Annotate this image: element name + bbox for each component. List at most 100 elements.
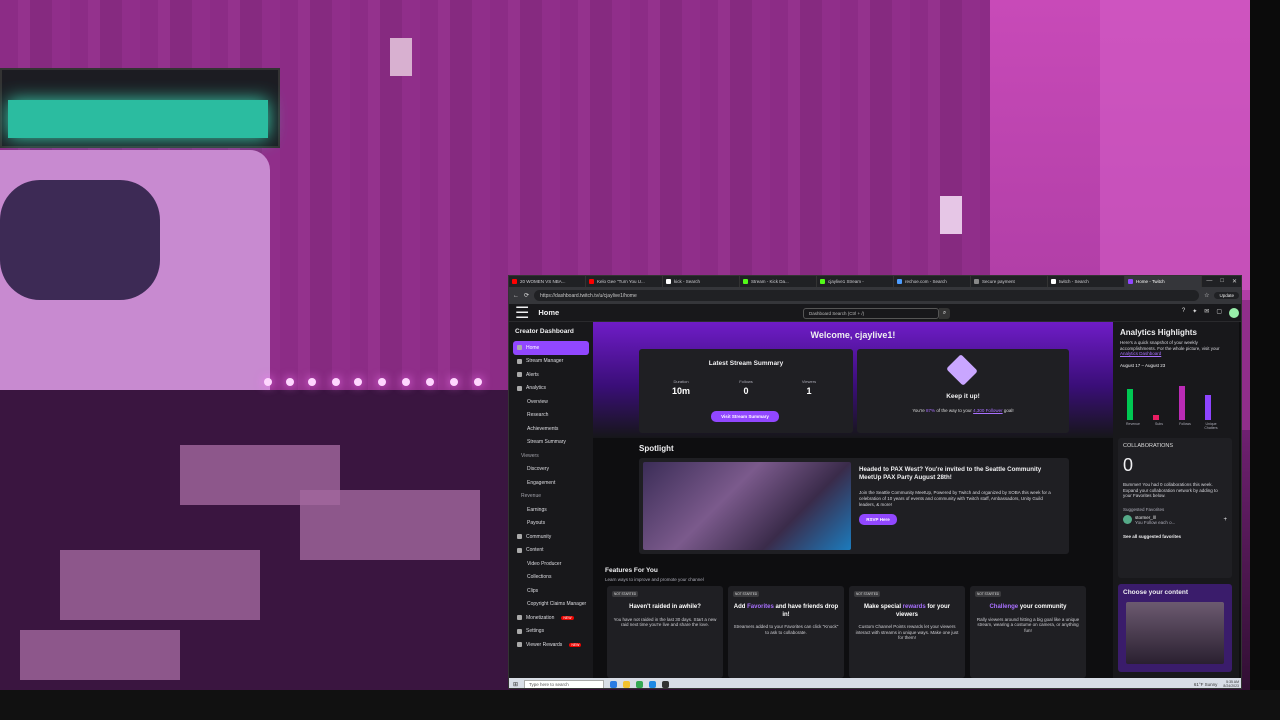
edge-icon[interactable] [610, 680, 618, 688]
feature-card-raid[interactable]: NOT STARTED Haven't raided in awhile? Yo… [607, 586, 723, 678]
close-button[interactable]: ✕ [1232, 278, 1237, 285]
sidebar-item[interactable]: Achievements [513, 422, 589, 436]
analytics-bar [1179, 385, 1185, 420]
analytics-dashboard-link[interactable]: Analytics Dashboard [1120, 351, 1161, 356]
address-bar-row: ← ⟳ https://dashboard.twitch.tv/u/cjayli… [509, 287, 1241, 304]
feature-desc: Streamers added to your Favorites can cl… [733, 624, 839, 635]
feature-card-favorites[interactable]: NOT STARTED Add Favorites and have frien… [728, 586, 844, 678]
inbox-icon[interactable]: ▢ [1216, 308, 1222, 318]
menu-icon[interactable]: ☰ [515, 303, 529, 323]
clock[interactable]: 5:35 AM 8/24/2023 [1223, 680, 1239, 688]
feature-title: Challenge your community [989, 604, 1067, 610]
star-icon[interactable]: ☆ [1204, 292, 1209, 299]
update-button[interactable]: Update [1214, 292, 1239, 299]
wand-icon[interactable]: ✦ [1192, 308, 1197, 318]
help-icon[interactable]: ? [1182, 308, 1185, 318]
sidebar-item-label: Copyright Claims Manager [527, 601, 587, 608]
browser-tab[interactable]: twitch - Search [1048, 276, 1125, 287]
sidebar-item[interactable]: Viewer Rewards NEW [513, 638, 589, 652]
taskbar-search[interactable]: Type here to search [524, 679, 605, 688]
visit-stream-summary-button[interactable]: Visit Stream Summary [711, 411, 779, 422]
feature-card-challenge[interactable]: NOT STARTED Challenge your community Ral… [970, 586, 1086, 678]
tab-favicon-icon [589, 279, 594, 284]
url-text: https://dashboard.twitch.tv/u/cjaylive1/… [540, 292, 637, 299]
url-field[interactable]: https://dashboard.twitch.tv/u/cjaylive1/… [534, 290, 1200, 301]
add-icon[interactable]: + [1223, 517, 1227, 523]
choose-title: Choose your content [1123, 589, 1189, 596]
sidebar-item[interactable]: Research [513, 409, 589, 423]
sidebar-item[interactable]: Stream Manager [513, 355, 589, 369]
analytics-bar-label: Follows [1179, 422, 1191, 426]
nav-icon [517, 628, 522, 634]
analytics-bar-label: Subs [1155, 422, 1163, 426]
twitch-topbar: ☰ Home Dashboard Search (Ctrl + /) ⌕ ? ✦… [509, 303, 1241, 323]
browser-tab[interactable]: Secure payment [971, 276, 1048, 287]
sidebar-item[interactable]: Content [513, 544, 589, 558]
maximize-button[interactable]: □ [1220, 278, 1224, 285]
tab-label: kick - Search [674, 279, 701, 284]
suggested-favorite[interactable]: stormer_lll You Follow each o... + [1123, 515, 1227, 525]
windows-icon[interactable]: ⊞ [513, 681, 518, 688]
nav-icon [517, 345, 522, 351]
dashboard-search-input[interactable]: Dashboard Search (Ctrl + /) [803, 308, 939, 319]
folder-icon[interactable] [623, 680, 631, 688]
sidebar-item-label: Revenue [521, 493, 542, 500]
search-placeholder: Dashboard Search (Ctrl + /) [809, 311, 865, 316]
sidebar-item[interactable]: Monetization NEW [513, 611, 589, 625]
sidebar-item[interactable]: Discovery [513, 463, 589, 477]
store-icon[interactable] [649, 680, 657, 688]
browser-tab[interactable]: kick - Search [663, 276, 740, 287]
chrome-icon[interactable] [636, 680, 644, 688]
light-switch [940, 196, 962, 234]
avatar[interactable] [1229, 308, 1239, 318]
sidebar-item[interactable]: Clips [513, 584, 589, 598]
sidebar-item[interactable]: Stream Summary [513, 436, 589, 450]
nav-icon [517, 642, 522, 648]
status-badge: NOT STARTED [612, 591, 639, 597]
sidebar-item[interactable]: Collections [513, 571, 589, 585]
reload-icon[interactable]: ⟳ [524, 292, 529, 299]
suggested-sub: You Follow each o... [1135, 519, 1176, 525]
sidebar-item[interactable]: Earnings [513, 503, 589, 517]
new-badge: NEW [561, 615, 574, 620]
search-icon[interactable]: ⌕ [939, 308, 950, 319]
collab-count: 0 [1123, 455, 1134, 475]
browser-tab[interactable]: Kelo Gee "Turn You U... [586, 276, 663, 287]
sidebar-item[interactable]: Analytics [513, 382, 589, 396]
tab-label: cjaylive1 Stream - [828, 279, 864, 284]
browser-tab[interactable]: rechoe.com - Search [894, 276, 971, 287]
browser-tab[interactable]: cjaylive1 Stream - [817, 276, 894, 287]
tab-favicon-icon [820, 279, 825, 284]
tab-label: Kelo Gee "Turn You U... [597, 279, 645, 284]
obs-icon[interactable] [662, 680, 670, 688]
sidebar-item[interactable]: Overview [513, 395, 589, 409]
latest-stream-card: Latest Stream Summary Duration 10m Follow… [639, 349, 853, 433]
tab-favicon-icon [897, 279, 902, 284]
sidebar-item[interactable]: Home [513, 341, 589, 355]
sidebar-item[interactable]: Settings [513, 625, 589, 639]
mail-icon[interactable]: ✉ [1204, 308, 1209, 318]
minimize-button[interactable]: — [1206, 278, 1212, 285]
sidebar-item[interactable]: Engagement [513, 476, 589, 490]
sidebar-item[interactable]: Community [513, 530, 589, 544]
sidebar-item-label: Stream Summary [527, 439, 566, 446]
see-all-suggested-button[interactable]: See all suggested favorites [1123, 534, 1227, 539]
goal-link[interactable]: 4,300 Follower [973, 408, 1003, 413]
browser-tab[interactable]: 20 WOMEN VS NBA... [509, 276, 586, 287]
browser-tab[interactable]: Stream - Kick Da... [740, 276, 817, 287]
features-heading: Features For You [605, 567, 658, 574]
sidebar-item[interactable]: Payouts [513, 517, 589, 531]
feature-card-rewards[interactable]: NOT STARTED Make special rewards for you… [849, 586, 965, 678]
sidebar-item[interactable]: Copyright Claims Manager [513, 598, 589, 612]
browser-tab[interactable]: Home - Twitch [1125, 276, 1202, 287]
sidebar-item-label: Alerts [526, 371, 539, 378]
sidebar-item[interactable]: Video Producer [513, 557, 589, 571]
spotlight-title: Headed to PAX West? You're invited to th… [859, 466, 1042, 481]
sidebar-item-label: Clips [527, 587, 539, 594]
content-thumbnail[interactable] [1126, 602, 1224, 664]
keepup-title: Keep it up! [946, 393, 980, 400]
rsvp-button[interactable]: RSVP Here [859, 514, 897, 525]
sidebar-item-label: Payouts [527, 520, 546, 527]
sidebar-item[interactable]: Alerts [513, 368, 589, 382]
back-icon[interactable]: ← [513, 293, 519, 299]
